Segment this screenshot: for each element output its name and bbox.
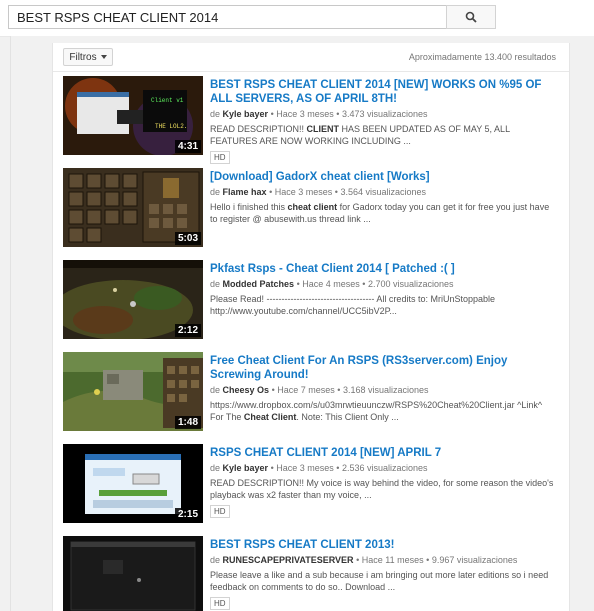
duration-badge: 1:48	[174, 416, 201, 429]
search-icon	[465, 11, 477, 23]
results-panel: Filtros Aproximadamente 13.400 resultado…	[52, 43, 570, 611]
view-count: 3.473 visualizaciones	[341, 109, 428, 119]
upload-age: Hace 3 meses	[276, 109, 334, 119]
video-description: Please Read! ---------------------------…	[210, 294, 495, 316]
view-count: 2.536 visualizaciones	[341, 463, 428, 473]
view-count: 2.700 visualizaciones	[367, 279, 454, 289]
search-input[interactable]	[8, 5, 446, 29]
video-meta: de RUNESCAPEPRIVATESERVER • Hace 11 mese…	[210, 555, 518, 565]
list-item: 2:12 Pkfast Rsps - Cheat Client 2014 [ P…	[53, 260, 569, 352]
duration-badge: 2:15	[174, 508, 201, 521]
video-description: READ DESCRIPTION!! My voice is way behin…	[210, 478, 554, 500]
video-description: https://www.dropbox.com/s/u03mrwtieuuncz…	[210, 400, 543, 422]
search-button[interactable]	[446, 5, 496, 29]
results-list: Client v1 THE LOL2. 4:31 BEST RSPS CHEAT…	[53, 76, 569, 611]
channel-link[interactable]: Flame hax	[223, 187, 267, 197]
video-meta: de Flame hax • Hace 3 meses • 3.564 visu…	[210, 187, 427, 197]
duration-badge: 4:31	[174, 140, 201, 153]
video-title-link[interactable]: Free Cheat Client For An RSPS (RS3server…	[210, 354, 558, 382]
video-title-link[interactable]: [Download] GadorX cheat client [Works]	[210, 170, 558, 184]
view-count: 3.168 visualizaciones	[342, 385, 429, 395]
duration-badge: 2:12	[174, 324, 201, 337]
divider	[53, 71, 569, 72]
channel-link[interactable]: Kyle bayer	[223, 463, 269, 473]
duration-badge: 5:03	[174, 232, 201, 245]
video-description: READ DESCRIPTION!! CLIENT HAS BEEN UPDAT…	[210, 124, 510, 146]
video-meta: de Kyle bayer • Hace 3 meses • 2.536 vis…	[210, 463, 428, 473]
channel-link[interactable]: Modded Patches	[223, 279, 295, 289]
list-item: 1:48 Free Cheat Client For An RSPS (RS3s…	[53, 352, 569, 444]
list-item: 5:03 [Download] GadorX cheat client [Wor…	[53, 168, 569, 260]
chevron-down-icon	[100, 55, 107, 59]
view-count: 9.967 visualizaciones	[431, 555, 518, 565]
hd-badge: HD	[210, 597, 230, 610]
upload-age: Hace 3 meses	[276, 463, 334, 473]
hd-badge: HD	[210, 151, 230, 164]
list-item: 2:15 RSPS CHEAT CLIENT 2014 [NEW] APRIL …	[53, 444, 569, 536]
channel-link[interactable]: RUNESCAPEPRIVATESERVER	[223, 555, 354, 565]
video-thumbnail[interactable]: 5:03	[63, 168, 203, 247]
filter-button[interactable]: Filtros	[63, 48, 113, 66]
svg-text:Client v1: Client v1	[151, 97, 184, 104]
video-description: Please leave a like and a sub because i …	[210, 570, 549, 592]
filter-label: Filtros	[69, 51, 97, 63]
video-meta: de Cheesy Os • Hace 7 meses • 3.168 visu…	[210, 385, 429, 395]
video-thumbnail[interactable]: 2:15	[63, 444, 203, 523]
video-meta: de Modded Patches • Hace 4 meses • 2.700…	[210, 279, 454, 289]
video-thumbnail[interactable]: 2:12	[63, 260, 203, 339]
channel-link[interactable]: Cheesy Os	[223, 385, 270, 395]
upload-age: Hace 11 meses	[361, 555, 424, 565]
video-title-link[interactable]: BEST RSPS CHEAT CLIENT 2014 [NEW] WORKS …	[210, 78, 558, 106]
channel-link[interactable]: Kyle bayer	[223, 109, 269, 119]
video-meta: de Kyle bayer • Hace 3 meses • 3.473 vis…	[210, 109, 428, 119]
video-thumbnail[interactable]: Client v1 THE LOL2. 4:31	[63, 76, 203, 155]
view-count: 3.564 visualizaciones	[340, 187, 427, 197]
video-thumbnail[interactable]: 1:48	[63, 352, 203, 431]
upload-age: Hace 4 meses	[302, 279, 360, 289]
upload-age: Hace 3 meses	[274, 187, 333, 197]
search-bar	[0, 0, 594, 37]
video-title-link[interactable]: BEST RSPS CHEAT CLIENT 2013!	[210, 538, 558, 552]
video-thumbnail[interactable]	[63, 536, 203, 611]
video-title-link[interactable]: RSPS CHEAT CLIENT 2014 [NEW] APRIL 7	[210, 446, 558, 460]
hd-badge: HD	[210, 505, 230, 518]
list-item: BEST RSPS CHEAT CLIENT 2013! de RUNESCAP…	[53, 536, 569, 611]
svg-text:THE LOL2.: THE LOL2.	[155, 123, 187, 130]
upload-age: Hace 7 meses	[277, 385, 335, 395]
video-title-link[interactable]: Pkfast Rsps - Cheat Client 2014 [ Patche…	[210, 262, 558, 276]
list-item: Client v1 THE LOL2. 4:31 BEST RSPS CHEAT…	[53, 76, 569, 168]
result-count: Aproximadamente 13.400 resultados	[408, 52, 556, 62]
video-description: Hello i finished this cheat client for G…	[210, 202, 550, 224]
